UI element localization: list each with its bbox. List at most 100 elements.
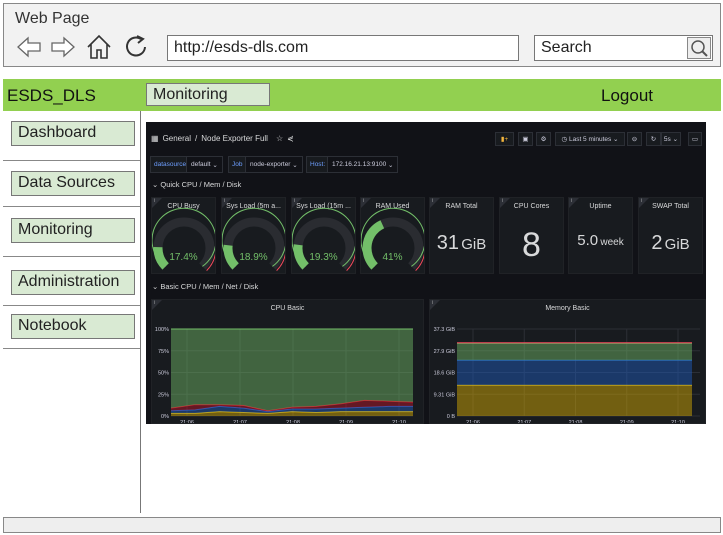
stat-unit: week: [600, 237, 624, 248]
top-navbar: ESDS_DLS Monitoring Logout: [3, 79, 721, 111]
series-area: [457, 385, 692, 416]
sidebar-item-administration[interactable]: Administration: [11, 270, 135, 295]
breadcrumb-separator: /: [195, 134, 198, 143]
y-tick-label: 75%: [158, 349, 169, 355]
grafana-dashboard: ▦ General / Node Exporter Full ☆ ⋞ ▮+ ▣ …: [146, 122, 706, 424]
y-tick-label: 9.31 GiB: [434, 392, 456, 398]
url-input[interactable]: http://esds-dls.com: [167, 35, 519, 61]
tv-mode-icon[interactable]: ▭: [688, 132, 702, 146]
gauge-panel: i RAM Used 41%: [360, 197, 425, 274]
row-quick-cpu[interactable]: ⌄ Quick CPU / Mem / Disk: [152, 180, 241, 189]
zoom-out-icon[interactable]: ⊖: [627, 132, 642, 146]
refresh-icon[interactable]: [123, 34, 149, 60]
time-range-picker[interactable]: ◷ Last 5 minutes ⌄: [555, 132, 625, 146]
breadcrumb: ▦ General / Node Exporter Full ☆ ⋞: [151, 134, 294, 143]
x-tick-label: 21:07: [233, 420, 247, 424]
variable-value: default: [191, 161, 211, 168]
variable-host-select[interactable]: 172.16.21.13:9100 ⌄: [327, 156, 399, 173]
x-tick-label: 21:09: [339, 420, 353, 424]
refresh-dashboard-icon[interactable]: ↻: [646, 132, 661, 146]
row-basic-cpu[interactable]: ⌄ Basic CPU / Mem / Net / Disk: [152, 282, 258, 291]
stat-value: 5.0: [577, 232, 599, 249]
back-arrow-icon[interactable]: [16, 34, 42, 60]
dashboard-title[interactable]: Node Exporter Full: [201, 134, 268, 143]
gauge-panel: i CPU Busy 17.4%: [151, 197, 216, 274]
magnifier-icon: [691, 40, 708, 57]
monitoring-tab[interactable]: Monitoring: [146, 83, 270, 106]
stat-panel: i RAM Total 31 GiB: [429, 197, 494, 274]
clock-icon: ◷: [561, 136, 569, 143]
stat-panel: i Uptime 5.0 week: [568, 197, 633, 274]
variable-job-select[interactable]: node-exporter ⌄: [245, 156, 303, 173]
series-area: [171, 329, 413, 411]
row-title: Quick CPU / Mem / Disk: [160, 180, 242, 189]
search-button[interactable]: [687, 37, 711, 59]
stat-value: 8: [522, 226, 541, 264]
variable-value: node-exporter: [250, 161, 291, 168]
logout-link[interactable]: Logout: [601, 86, 653, 106]
panel-title: Uptime: [589, 203, 612, 210]
time-range-label: Last 5 minutes: [568, 135, 612, 143]
y-tick-label: 25%: [158, 392, 169, 398]
x-tick-label: 21:08: [286, 420, 300, 424]
variable-value: 172.16.21.13:9100: [332, 161, 387, 168]
x-tick-label: 21:08: [569, 420, 583, 424]
sidebar-separator: [3, 206, 140, 207]
gauge-value: 19.3%: [309, 252, 338, 263]
gauge-value: 17.4%: [169, 252, 198, 263]
share-icon[interactable]: ⋞: [287, 134, 294, 143]
save-icon[interactable]: ▣: [518, 132, 533, 146]
y-tick-label: 27.9 GiB: [434, 349, 456, 355]
gauge-value: 41%: [382, 252, 403, 263]
star-icon[interactable]: ☆: [276, 134, 283, 143]
breadcrumb-folder[interactable]: General: [163, 134, 191, 143]
stat-unit: GiB: [664, 236, 690, 253]
window-title: Web Page: [15, 10, 90, 27]
refresh-interval-picker[interactable]: 5s ⌄: [661, 132, 681, 146]
forward-arrow-icon[interactable]: [50, 34, 76, 60]
y-tick-label: 0%: [161, 414, 169, 420]
x-tick-label: 21:09: [620, 420, 634, 424]
x-tick-label: 21:10: [671, 420, 685, 424]
brand-name: ESDS_DLS: [7, 86, 96, 105]
settings-gear-icon[interactable]: ⚙: [536, 132, 551, 146]
x-tick-label: 21:06: [180, 420, 194, 424]
gauge-value: 18.9%: [239, 252, 268, 263]
refresh-interval-label: 5s: [663, 135, 671, 143]
sidebar-item-data-sources[interactable]: Data Sources: [11, 171, 135, 196]
x-tick-label: 21:07: [517, 420, 531, 424]
home-icon[interactable]: [86, 34, 112, 60]
series-area: [457, 343, 692, 361]
sidebar-separator: [3, 256, 140, 257]
browser-window-bar: Web Page http://esds-dls.com Search: [3, 3, 721, 67]
chart-panel-memory-basic: i Memory Basic 0 B 9.31 GiB 18.6 GiB 27.9 G…: [429, 299, 706, 424]
row-title: Basic CPU / Mem / Net / Disk: [160, 282, 259, 291]
gauge-panel: i Sys Load (15m ... 19.3%: [291, 197, 356, 274]
y-tick-label: 100%: [155, 327, 169, 333]
sidebar-separator: [3, 305, 140, 306]
panel-title: CPU Cores: [513, 203, 550, 210]
x-tick-label: 21:10: [392, 420, 406, 424]
variable-datasource-label: datasource: [150, 156, 191, 173]
sidebar-item-dashboard[interactable]: Dashboard: [11, 121, 135, 146]
variable-job-label: Job: [228, 156, 247, 173]
y-tick-label: 50%: [158, 371, 169, 377]
x-tick-label: 21:06: [466, 420, 480, 424]
panel-title: RAM Total: [445, 203, 478, 210]
y-tick-label: 0 B: [447, 414, 456, 420]
stat-panel: i SWAP Total 2 GiB: [638, 197, 703, 274]
chevron-down-icon: ⌄: [611, 136, 619, 143]
variable-datasource-select[interactable]: default ⌄: [186, 156, 223, 173]
stat-value: 31: [436, 232, 459, 254]
sidebar-separator: [3, 348, 140, 349]
dashboards-grid-icon: ▦: [151, 134, 159, 143]
series-area: [457, 360, 692, 386]
sidebar-item-monitoring[interactable]: Monitoring: [11, 218, 135, 243]
add-panel-button[interactable]: ▮+: [495, 132, 514, 146]
sidebar-item-notebook[interactable]: Notebook: [11, 314, 135, 339]
sidebar-divider: [140, 111, 141, 513]
stat-panel: i CPU Cores 8: [499, 197, 564, 274]
y-tick-label: 37.3 GiB: [434, 327, 456, 333]
status-bar: [3, 517, 721, 533]
stat-value: 2: [651, 232, 663, 254]
